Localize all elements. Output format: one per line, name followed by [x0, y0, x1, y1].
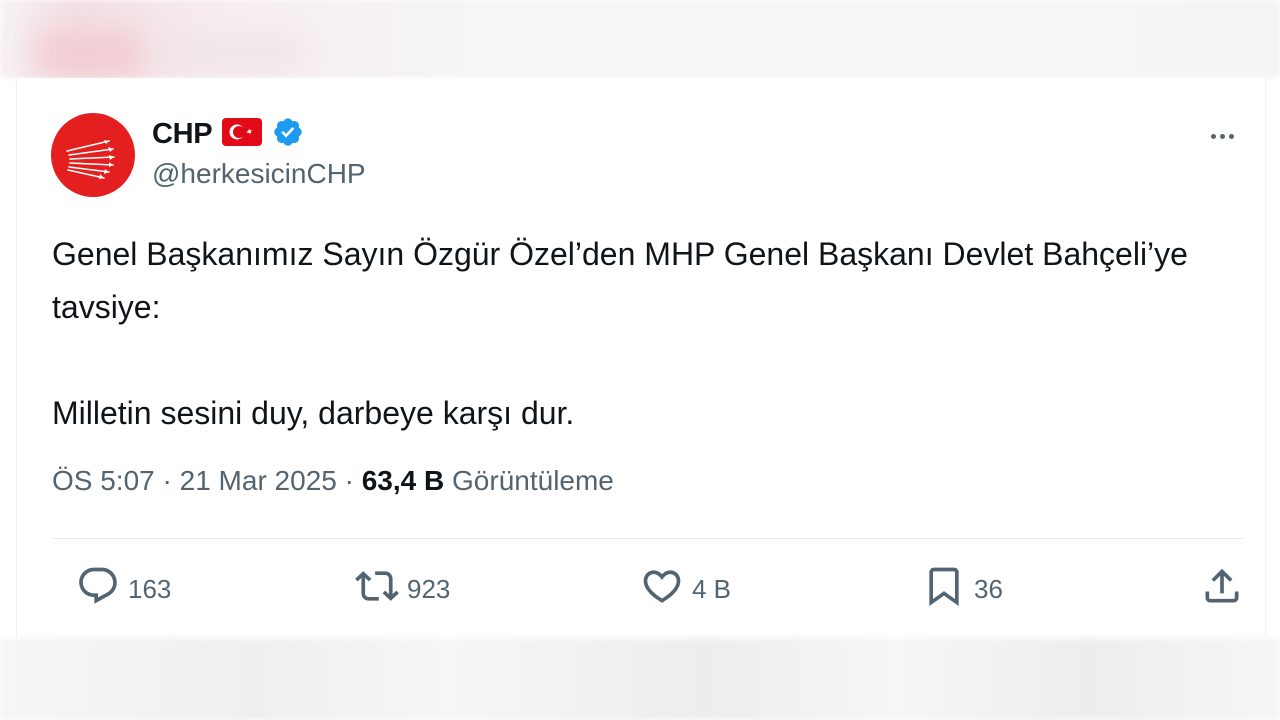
- views-label[interactable]: Görüntüleme: [452, 465, 614, 496]
- tweet-text: Genel Başkanımız Sayın Özgür Özel’den MH…: [52, 228, 1222, 440]
- blurred-bottom-background: [0, 638, 1280, 720]
- like-count: 4 B: [692, 573, 732, 604]
- tweet-card: CHP @herkesicinCHP Genel Başkanımız Sayı…: [16, 78, 1266, 638]
- heart-icon: [640, 564, 684, 615]
- share-button[interactable]: [1200, 564, 1244, 614]
- tweet-paragraph-2: Milletin sesini duy, darbeye karşı dur.: [52, 395, 575, 431]
- author-handle[interactable]: @herkesicinCHP: [152, 158, 366, 190]
- tweet-date[interactable]: 21 Mar 2025: [180, 465, 337, 496]
- views-count[interactable]: 63,4 B: [362, 465, 445, 496]
- action-bar: 163 923 4 B 36: [52, 564, 1244, 614]
- divider: [52, 538, 1244, 539]
- meta-separator: ·: [344, 465, 354, 496]
- bookmark-button[interactable]: 36: [922, 564, 1003, 614]
- reply-icon: [76, 564, 120, 615]
- retweet-count: 923: [407, 573, 451, 604]
- tweet-meta: ÖS 5:07 · 21 Mar 2025 · 63,4 B Görüntüle…: [52, 465, 614, 497]
- chp-logo: [66, 140, 115, 179]
- share-icon: [1200, 564, 1244, 615]
- tweet-paragraph-1: Genel Başkanımız Sayın Özgür Özel’den MH…: [52, 236, 1188, 325]
- blurred-top-background: [0, 0, 1280, 78]
- turkey-flag-icon: [222, 117, 263, 151]
- like-button[interactable]: 4 B: [640, 564, 731, 614]
- reply-button[interactable]: 163: [76, 564, 171, 614]
- verified-badge-icon[interactable]: [272, 116, 304, 153]
- retweet-button[interactable]: 923: [355, 564, 450, 614]
- retweet-icon: [355, 564, 399, 615]
- tweet-time[interactable]: ÖS 5:07: [52, 465, 155, 496]
- more-options-icon[interactable]: [1198, 118, 1246, 154]
- avatar[interactable]: [51, 113, 135, 197]
- bookmark-icon: [922, 564, 966, 615]
- bookmark-count: 36: [974, 573, 1003, 604]
- meta-separator: ·: [162, 465, 172, 496]
- author-name-row: CHP: [152, 116, 304, 152]
- author-name[interactable]: CHP: [152, 118, 213, 151]
- reply-count: 163: [128, 573, 172, 604]
